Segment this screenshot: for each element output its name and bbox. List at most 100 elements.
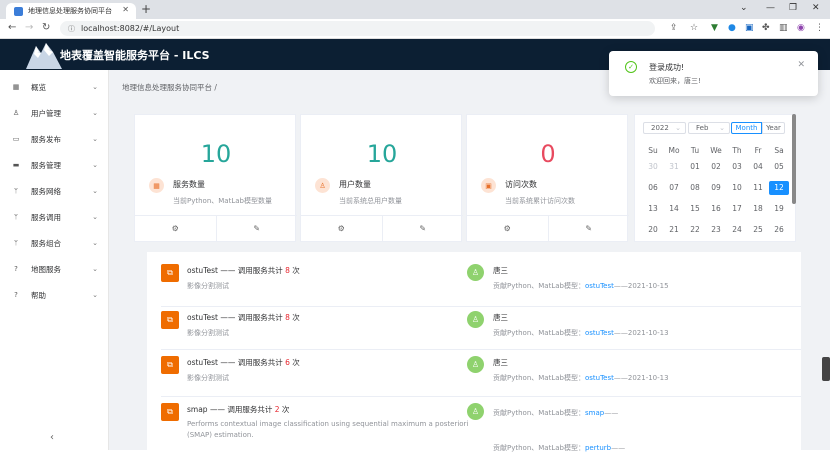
- maximize-button[interactable]: ❐: [789, 3, 797, 13]
- stat-desc: 当前系统累计访问次数: [505, 197, 575, 205]
- info-icon[interactable]: ⓘ: [68, 24, 75, 34]
- edit-icon[interactable]: ✎: [383, 216, 464, 241]
- month-select[interactable]: Feb ⌄: [688, 122, 730, 134]
- stat-desc: 当前Python、MatLab模型数量: [173, 197, 272, 205]
- settings-icon[interactable]: ⚙: [135, 216, 217, 241]
- calendar-day[interactable]: 09: [706, 181, 726, 195]
- model-link[interactable]: ostuTest: [585, 282, 614, 290]
- model-link[interactable]: ostuTest: [585, 374, 614, 382]
- calendar-day[interactable]: 02: [706, 160, 726, 174]
- calendar-day[interactable]: 10: [727, 181, 747, 195]
- side-panel-handle[interactable]: [822, 357, 830, 381]
- collapse-sidebar-icon[interactable]: ‹: [50, 432, 54, 443]
- chevron-down-icon: ⌄: [92, 83, 98, 91]
- settings-icon[interactable]: ⚙: [467, 216, 549, 241]
- sidebar-item-service-network[interactable]: ᛘ 服务网络 ⌄: [0, 181, 109, 201]
- sidebar-item-service-invoke[interactable]: ᛘ 服务调用 ⌄: [0, 207, 109, 227]
- feed-title[interactable]: smap —— 调用服务共计 2 次: [187, 404, 289, 415]
- calendar-day[interactable]: 08: [685, 181, 705, 195]
- model-link[interactable]: perturb: [585, 444, 611, 452]
- service-icon: ⧉: [161, 264, 179, 282]
- close-icon[interactable]: ✕: [797, 60, 805, 70]
- calendar-day[interactable]: 22: [685, 223, 705, 237]
- calendar-day[interactable]: 26: [769, 223, 789, 237]
- contribution-text: 贡献Python、MatLab模型：perturb——: [493, 444, 626, 452]
- extension-vue-icon[interactable]: ▼: [711, 23, 718, 33]
- minimize-button[interactable]: —: [766, 3, 775, 13]
- new-tab-button[interactable]: +: [141, 2, 151, 16]
- calendar-day[interactable]: 05: [769, 160, 789, 174]
- feed-title[interactable]: ostuTest —— 调用服务共计 6 次: [187, 357, 300, 368]
- contribution-text: 贡献Python、MatLab模型：ostuTest——2021-10-13: [493, 374, 669, 382]
- month-mode-button[interactable]: Month: [731, 122, 762, 134]
- reload-button[interactable]: ↻: [42, 22, 50, 33]
- calendar-day[interactable]: 07: [664, 181, 684, 195]
- calendar: 2022 ⌄ Feb ⌄ Month Year Su Mo Tu We Th Fr Sa 30 31…: [634, 114, 796, 242]
- calendar-day[interactable]: 16: [706, 202, 726, 216]
- calendar-day[interactable]: 31: [664, 160, 684, 174]
- stat-value: 10: [366, 140, 398, 168]
- calendar-day[interactable]: 24: [727, 223, 747, 237]
- calendar-day[interactable]: 25: [748, 223, 768, 237]
- back-button[interactable]: ←: [8, 22, 16, 33]
- sidebar-item-help[interactable]: ? 帮助 ⌄: [0, 285, 109, 305]
- feed-desc-cont: (SMAP) estimation.: [187, 431, 254, 439]
- stat-card-visits: 0 ▣ 访问次数 当前系统累计访问次数 ⚙ ✎: [466, 114, 630, 242]
- tab-close-icon[interactable]: ✕: [122, 5, 129, 14]
- edit-icon[interactable]: ✎: [217, 216, 298, 241]
- calendar-day[interactable]: 18: [748, 202, 768, 216]
- stat-card-services: 10 ▦ 服务数量 当前Python、MatLab模型数量 ⚙ ✎: [134, 114, 298, 242]
- calendar-day[interactable]: 03: [727, 160, 747, 174]
- sidebar-item-service-compose[interactable]: ᛘ 服务组合 ⌄: [0, 233, 109, 253]
- forward-button[interactable]: →: [25, 22, 33, 33]
- extension-translate-icon[interactable]: ▣: [745, 23, 754, 33]
- chevron-down-icon: ⌄: [92, 213, 98, 221]
- calendar-day[interactable]: 06: [643, 181, 663, 195]
- share-icon[interactable]: ⇪: [670, 23, 678, 33]
- feed-title[interactable]: ostuTest —— 调用服务共计 8 次: [187, 312, 300, 323]
- sidebar-item-label: 服务调用: [31, 212, 61, 222]
- settings-icon[interactable]: ⚙: [301, 216, 383, 241]
- calendar-day[interactable]: 01: [685, 160, 705, 174]
- sidebar-item-service-publish[interactable]: ▭ 服务发布 ⌄: [0, 129, 109, 149]
- bookmark-star-icon[interactable]: ☆: [690, 23, 698, 33]
- feed-title[interactable]: ostuTest —— 调用服务共计 8 次: [187, 265, 300, 276]
- question-icon: ?: [14, 265, 18, 273]
- calendar-day[interactable]: 17: [727, 202, 747, 216]
- calendar-day[interactable]: 20: [643, 223, 663, 237]
- calendar-day[interactable]: 19: [769, 202, 789, 216]
- sidebar-item-user-management[interactable]: ♙ 用户管理 ⌄: [0, 103, 109, 123]
- calendar-day[interactable]: 12: [769, 181, 789, 195]
- calendar-day[interactable]: 14: [664, 202, 684, 216]
- browser-menu-icon[interactable]: ⋮: [815, 23, 824, 33]
- extension-globe-icon[interactable]: ●: [728, 23, 736, 33]
- tab-search-icon[interactable]: ⌄: [740, 3, 748, 13]
- year-mode-button[interactable]: Year: [762, 122, 785, 134]
- year-select[interactable]: 2022 ⌄: [643, 122, 686, 134]
- calendar-day[interactable]: 13: [643, 202, 663, 216]
- address-bar[interactable]: ⓘ localhost:8082/#/Layout: [60, 21, 655, 36]
- feed-desc: 影像分割测试: [187, 374, 229, 382]
- sidebar-item-map-service[interactable]: ? 地图服务 ⌄: [0, 259, 109, 279]
- calendar-day[interactable]: 23: [706, 223, 726, 237]
- model-link[interactable]: smap: [585, 409, 604, 417]
- calendar-day[interactable]: 15: [685, 202, 705, 216]
- extensions-puzzle-icon[interactable]: ✤: [762, 23, 770, 33]
- sidebar-item-service-management[interactable]: ▬ 服务管理 ⌄: [0, 155, 109, 175]
- breadcrumb-item[interactable]: 地理信息处理服务协同平台: [122, 83, 212, 92]
- profile-avatar[interactable]: ◉: [797, 23, 805, 33]
- sidebar-item-overview[interactable]: ▦ 概览 ⌄: [0, 77, 109, 97]
- calendar-day[interactable]: 04: [748, 160, 768, 174]
- calendar-day[interactable]: 21: [664, 223, 684, 237]
- browser-tab[interactable]: 地理信息处理服务协同平台 ✕: [6, 3, 136, 19]
- calendar-scrollbar[interactable]: [792, 114, 796, 204]
- close-window-button[interactable]: ✕: [812, 3, 820, 13]
- reading-list-icon[interactable]: ▥: [779, 23, 788, 33]
- feed-desc: Performs contextual image classification…: [187, 420, 469, 428]
- edit-icon[interactable]: ✎: [549, 216, 630, 241]
- chevron-down-icon: ⌄: [92, 161, 98, 169]
- calendar-day[interactable]: 11: [748, 181, 768, 195]
- model-link[interactable]: ostuTest: [585, 329, 614, 337]
- user-icon: ♙: [315, 178, 330, 193]
- calendar-day[interactable]: 30: [643, 160, 663, 174]
